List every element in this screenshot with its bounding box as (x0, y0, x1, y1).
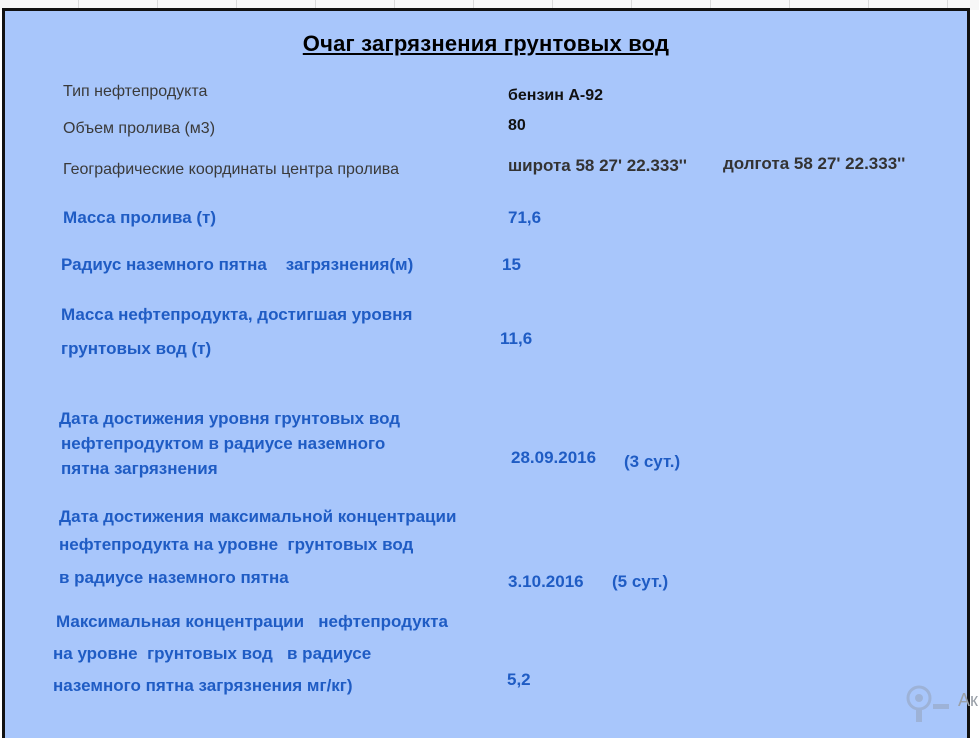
spot-radius-value: 15 (502, 255, 521, 274)
date-reached-label-line1: Дата достижения уровня грунтовых вод (59, 409, 401, 428)
date-max-conc-label-line1: Дата достижения максимальной концентраци… (59, 507, 457, 526)
max-conc-label-line1: Максимальная концентрации нефтепродукта (56, 612, 448, 631)
watermark-key-icon (906, 685, 949, 722)
date-max-conc-days: (5 сут.) (612, 572, 669, 591)
date-reached-label-line3: пятна загрязнения (61, 459, 218, 478)
date-max-conc-label-line2: нефтепродукта на уровне грунтовых вод (59, 535, 414, 554)
product-type-value: бензин А-92 (508, 87, 604, 104)
spill-mass-label: Масса пролива (т) (63, 208, 217, 227)
product-type-label: Тип нефтепродукта (63, 83, 208, 100)
spill-mass-value: 71,6 (508, 208, 542, 227)
latitude-value: широта 58 27' 22.333'' (508, 156, 687, 175)
longitude-value: долгота 58 27' 22.333'' (723, 154, 906, 173)
panel-title: Очаг загрязнения грунтовых вод (302, 31, 670, 56)
date-max-conc-value: 3.10.2016 (508, 572, 584, 591)
date-reached-days: (3 сут.) (624, 452, 681, 471)
spill-volume-value: 80 (508, 117, 526, 134)
spill-volume-label: Объем пролива (м3) (63, 120, 216, 137)
date-reached-value: 28.09.2016 (511, 448, 597, 467)
mass-reached-label-line1: Масса нефтепродукта, достигшая уровня (61, 305, 413, 324)
coordinates-label: Географические координаты центра пролива (63, 161, 399, 178)
watermark-text: Ак (958, 690, 978, 710)
spot-radius-label: Радиус наземного пятна загрязнения(м) (61, 255, 414, 274)
date-max-conc-label-line3: в радиусе наземного пятна (59, 568, 289, 587)
max-conc-value: 5,2 (507, 670, 531, 689)
mass-reached-value: 11,6 (500, 329, 533, 348)
mass-reached-label-line2: грунтовых вод (т) (61, 339, 212, 358)
max-conc-label-line2: на уровне грунтовых вод в радиусе (53, 644, 372, 663)
max-conc-label-line3: наземного пятна загрязнения мг/кг) (53, 676, 353, 695)
date-reached-label-line2: нефтепродуктом в радиусе наземного (61, 434, 386, 453)
